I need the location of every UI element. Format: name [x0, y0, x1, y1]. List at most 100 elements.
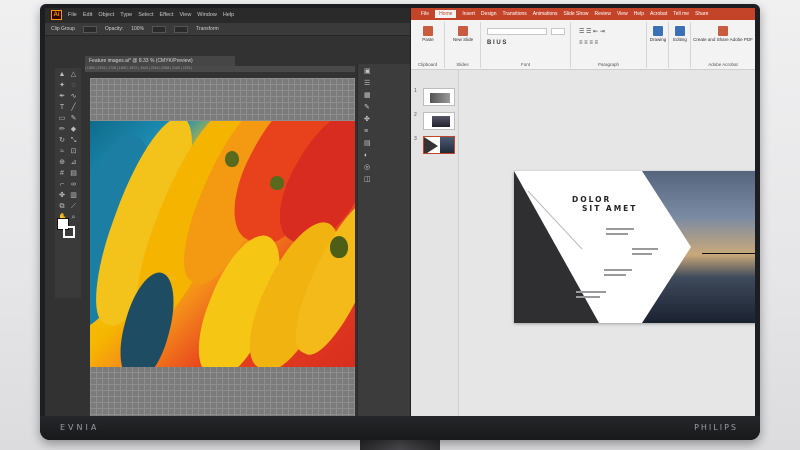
opacity-field[interactable]: 100%	[131, 26, 144, 32]
graph-icon[interactable]: ▥	[70, 192, 78, 200]
transform-button[interactable]: Transform	[196, 26, 219, 32]
create-pdf-button[interactable]: Create and Share Adobe PDF	[693, 26, 753, 42]
feather-green-spot-3	[330, 236, 348, 258]
slice-icon[interactable]: ⟋	[70, 203, 78, 211]
parrot-feather-image[interactable]	[90, 121, 355, 367]
tab-review[interactable]: Review	[595, 11, 611, 17]
menu-effect[interactable]: Effect	[160, 12, 174, 18]
properties-icon[interactable]: ▣	[364, 68, 373, 76]
tab-acrobat[interactable]: Acrobat	[650, 11, 667, 17]
acrobat-group: Create and Share Adobe PDF Adobe Acrobat	[691, 22, 755, 68]
tab-transitions[interactable]: Transitions	[503, 11, 527, 17]
editing-label: Editing	[673, 37, 687, 42]
tab-file[interactable]: File	[421, 11, 429, 17]
bold-icon[interactable]: B I U S	[487, 40, 506, 46]
style-picker[interactable]	[152, 25, 167, 33]
slide-thumbnail-1[interactable]	[423, 88, 455, 106]
brushes-icon[interactable]: ✎	[364, 104, 373, 112]
stroke-swatch[interactable]	[63, 226, 75, 238]
rotate-icon[interactable]: ↻	[58, 137, 66, 145]
zoom-icon[interactable]: ⌕	[70, 214, 78, 222]
paragraph-group: ☰ ☰ ⇤ ⇥ ≡ ≡ ≡ ≡ Paragraph	[571, 22, 647, 68]
mesh-icon[interactable]: #	[58, 170, 66, 178]
blend-icon[interactable]: ∞	[70, 181, 78, 189]
artboard-icon[interactable]: ⧉	[58, 203, 66, 211]
tab-home[interactable]: Home	[435, 10, 457, 18]
menu-help[interactable]: Help	[223, 12, 234, 18]
rectangle-icon[interactable]: ▭	[58, 115, 66, 123]
free-transform-icon[interactable]: ⊡	[70, 148, 78, 156]
paste-button[interactable]: Paste	[415, 26, 441, 42]
illustrator-panels-dock: ▣ ☰ ▦ ✎ ✤ ≡ ▤ ◐ ◎ ◫	[357, 64, 410, 416]
gradient-panel-icon[interactable]: ▤	[364, 140, 373, 148]
thumb1-image	[430, 93, 450, 103]
lasso-icon[interactable]: ◌	[70, 82, 78, 90]
bullets-icon[interactable]: ☰ ☰ ⇤ ⇥	[579, 28, 605, 35]
thumb2-image	[432, 116, 450, 127]
gradient-icon[interactable]: ▤	[70, 170, 78, 178]
thumb-number-3: 3	[414, 136, 417, 142]
menu-type[interactable]: Type	[120, 12, 132, 18]
slide-thumbnail-3[interactable]	[423, 136, 455, 154]
shape-builder-icon[interactable]: ⊕	[58, 159, 66, 167]
graphic-styles-icon[interactable]: ◫	[364, 176, 373, 184]
tell-me-search[interactable]: Tell me	[673, 11, 689, 17]
direct-select-icon[interactable]: △	[70, 71, 78, 79]
slide-thumbnail-2[interactable]	[423, 112, 455, 130]
tab-view[interactable]: View	[617, 11, 628, 17]
home-ribbon: Paste Clipboard New Slide Slides B I U S…	[411, 20, 755, 70]
slide-text-line-6	[604, 274, 626, 276]
swatches-icon[interactable]: ▦	[364, 92, 373, 100]
menu-select[interactable]: Select	[138, 12, 153, 18]
perspective-icon[interactable]: ⊿	[70, 159, 78, 167]
illustrator-logo: Ai	[51, 10, 62, 20]
acrobat-label: Adobe Acrobat	[708, 62, 738, 67]
font-size-box[interactable]	[551, 28, 565, 35]
stroke-picker[interactable]	[82, 25, 97, 33]
share-button[interactable]: Share	[695, 11, 708, 17]
stroke-icon[interactable]: ≡	[364, 128, 373, 136]
tab-design[interactable]: Design	[481, 11, 497, 17]
curvature-icon[interactable]: ∿	[70, 93, 78, 101]
thumb-number-1: 1	[414, 88, 417, 94]
menu-object[interactable]: Object	[98, 12, 114, 18]
selection-arrow-icon[interactable]: ▲	[58, 71, 66, 79]
pencil-icon[interactable]: ✏	[58, 126, 66, 134]
line-icon[interactable]: ╱	[70, 104, 78, 112]
warp-icon[interactable]: ≈	[58, 148, 66, 156]
pen-icon[interactable]: ✒	[58, 93, 66, 101]
magic-wand-icon[interactable]: ✦	[58, 82, 66, 90]
tools-panel: ▲ △ ✦ ◌ ✒ ∿ T ╱ ▭ ✎ ✏ ◆ ↻ ⤡ ≈ ⊡ ⊕ ⊿ # ▤	[55, 68, 81, 298]
new-slide-button[interactable]: New Slide	[449, 26, 477, 42]
paste-label: Paste	[422, 37, 434, 42]
type-icon[interactable]: T	[58, 104, 66, 112]
symbols-icon[interactable]: ✤	[364, 116, 373, 124]
illustrator-control-bar: Clip Group Opacity: 100% Transform	[45, 22, 410, 36]
current-slide[interactable]: DOLOR SIT AMET	[514, 171, 755, 323]
scale-icon[interactable]: ⤡	[70, 137, 78, 145]
symbol-icon[interactable]: ✤	[58, 192, 66, 200]
paste-icon	[423, 26, 433, 36]
brush-icon[interactable]: ✎	[70, 115, 78, 123]
eyedropper-icon[interactable]: ⌐	[58, 181, 66, 189]
menu-edit[interactable]: Edit	[83, 12, 92, 18]
layers-icon[interactable]: ☰	[364, 80, 373, 88]
align-picker[interactable]	[174, 25, 189, 33]
document-tab[interactable]: Feature images.ai* @ 8.33 % (CMYK/Previe…	[85, 56, 235, 66]
drawing-button[interactable]: Drawing	[647, 26, 669, 42]
editing-button[interactable]: Editing	[669, 26, 691, 42]
tab-slide-show[interactable]: Slide Show	[564, 11, 589, 17]
slide-text-line-8	[576, 296, 600, 298]
illustrator-menubar: Ai File Edit Object Type Select Effect V…	[45, 8, 410, 22]
tab-help[interactable]: Help	[634, 11, 644, 17]
font-name-box[interactable]	[487, 28, 547, 35]
menu-file[interactable]: File	[68, 12, 77, 18]
appearance-icon[interactable]: ◎	[364, 164, 373, 172]
menu-window[interactable]: Window	[197, 12, 217, 18]
transparency-icon[interactable]: ◐	[364, 152, 373, 160]
align-icon[interactable]: ≡ ≡ ≡ ≡	[579, 40, 598, 46]
eraser-icon[interactable]: ◆	[70, 126, 78, 134]
tab-animations[interactable]: Animations	[533, 11, 558, 17]
menu-view[interactable]: View	[179, 12, 191, 18]
tab-insert[interactable]: Insert	[462, 11, 475, 17]
